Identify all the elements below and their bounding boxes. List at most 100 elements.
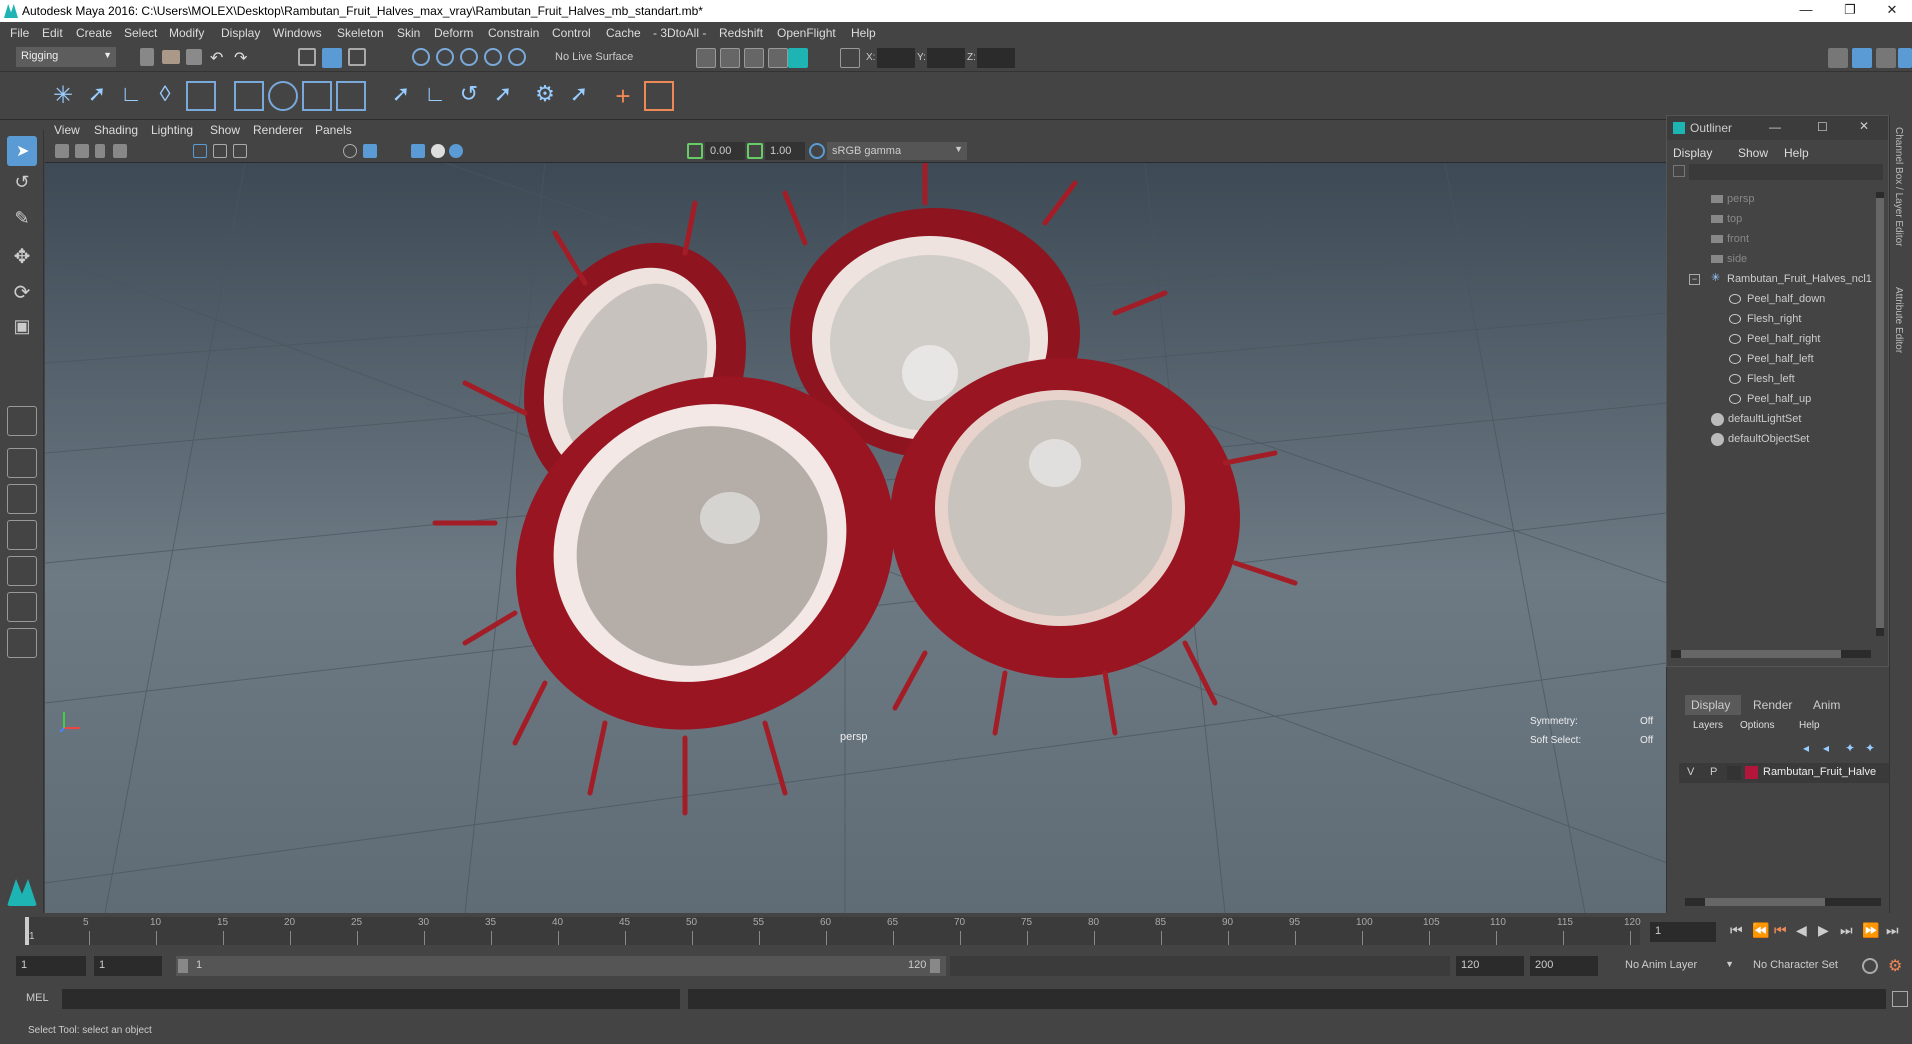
snap-point-icon[interactable]	[460, 48, 478, 66]
x-input[interactable]	[877, 48, 915, 68]
move-layer-down-icon[interactable]: ◂	[1823, 741, 1829, 755]
new-layer-icon[interactable]: ✦	[1845, 741, 1855, 755]
prev-key-icon[interactable]: ⏮	[1774, 922, 1787, 939]
outliner-maximize-button[interactable]: ☐	[1817, 120, 1828, 134]
layout-options-icon[interactable]	[7, 628, 37, 658]
outliner-vertical-scrollbar[interactable]	[1876, 192, 1884, 636]
menu-file[interactable]: File	[10, 26, 29, 40]
menu-openflight[interactable]: OpenFlight	[777, 26, 836, 40]
playback-end-input[interactable]: 120	[1456, 956, 1524, 976]
side-tab-channel-box[interactable]: Channel Box / Layer Editor	[1893, 127, 1904, 247]
pole-vector-icon[interactable]: ➚	[564, 81, 594, 111]
layer-menu-help[interactable]: Help	[1799, 720, 1820, 731]
animation-end-input[interactable]: 200	[1530, 956, 1598, 976]
next-key-icon[interactable]: ⏭	[1840, 922, 1853, 939]
tool-settings-toggle-icon[interactable]	[1876, 48, 1896, 68]
maya-home-icon[interactable]	[7, 879, 37, 906]
open-scene-icon[interactable]	[162, 50, 180, 64]
select-hierarchy-icon[interactable]	[298, 48, 316, 66]
point-constraint-icon[interactable]: ➚	[386, 81, 416, 111]
lasso-tool-icon[interactable]: ↺	[7, 172, 37, 202]
menu-edit[interactable]: Edit	[42, 26, 63, 40]
grid-toggle-icon[interactable]	[193, 144, 207, 158]
menu-redshift[interactable]: Redshift	[719, 26, 763, 40]
gamma-field[interactable]: 1.00	[765, 142, 805, 160]
new-scene-icon[interactable]	[140, 48, 154, 66]
menu-constrain[interactable]: Constrain	[488, 26, 539, 40]
shadows-icon[interactable]	[449, 144, 463, 158]
playback-start-input[interactable]: 1	[94, 956, 162, 976]
menu-3dtoall[interactable]: - 3DtoAll -	[653, 26, 706, 40]
menu-control[interactable]: Control	[552, 26, 591, 40]
ik-handle-icon[interactable]: ➚	[82, 81, 112, 111]
joint-tool-icon[interactable]: ✳	[48, 81, 78, 111]
color-management-icon[interactable]	[809, 143, 825, 159]
modeling-toolkit-icon[interactable]	[1828, 48, 1848, 68]
gamma-icon[interactable]	[747, 143, 763, 159]
animation-start-input[interactable]: 1	[16, 956, 86, 976]
redo-icon[interactable]: ↷	[234, 48, 254, 68]
layer-playback-toggle[interactable]: P	[1710, 766, 1717, 778]
close-window-button[interactable]: ✕	[1884, 2, 1900, 18]
smooth-shade-icon[interactable]	[363, 144, 377, 158]
select-tool-icon[interactable]: ➤	[7, 136, 37, 166]
outliner-item-persp[interactable]: persp	[1667, 190, 1877, 210]
tab-render[interactable]: Render	[1747, 695, 1803, 715]
tab-anim[interactable]: Anim	[1807, 695, 1857, 715]
image-plane-icon[interactable]	[113, 144, 127, 158]
side-tab-attribute-editor[interactable]: Attribute Editor	[1893, 287, 1904, 353]
aim-constraint-icon[interactable]: ∟	[420, 81, 450, 111]
command-language-label[interactable]: MEL	[26, 992, 49, 1004]
bookmark-icon[interactable]	[95, 144, 105, 158]
auto-key-icon[interactable]	[1862, 958, 1878, 974]
range-bar[interactable]: 1 120	[176, 956, 946, 976]
layer-type-toggle[interactable]	[1727, 766, 1741, 780]
outliner-item-child[interactable]: Peel_half_right	[1667, 330, 1877, 350]
scale-constraint-icon[interactable]: ➚	[488, 81, 518, 111]
play-back-icon[interactable]: ◀	[1796, 922, 1807, 939]
live-surface-field[interactable]: No Live Surface	[550, 48, 660, 68]
wrap-icon[interactable]	[302, 81, 332, 111]
sidebar-toggle-icon[interactable]	[840, 48, 860, 68]
resolution-gate-icon[interactable]	[233, 144, 247, 158]
outliner-item-top[interactable]: top	[1667, 210, 1877, 230]
undo-icon[interactable]: ↶	[210, 48, 230, 68]
panel-menu-shading[interactable]: Shading	[94, 123, 138, 137]
outliner-item-child[interactable]: Flesh_right	[1667, 310, 1877, 330]
y-input[interactable]	[927, 48, 965, 68]
menu-modify[interactable]: Modify	[169, 26, 204, 40]
step-forward-icon[interactable]: ⏩	[1862, 922, 1879, 939]
time-slider[interactable]: 1 5 10 15 20 25 30 35 40 45 50 55 60 65 70 75 80 85 90 95 1…	[0, 913, 1912, 948]
panel-menu-renderer[interactable]: Renderer	[253, 123, 303, 137]
layer-menu-layers[interactable]: Layers	[1693, 720, 1723, 731]
snap-curve-icon[interactable]	[436, 48, 454, 66]
layer-menu-options[interactable]: Options	[1740, 720, 1774, 731]
ik-spline-icon[interactable]: ∟	[116, 81, 146, 111]
attribute-editor-toggle-icon[interactable]	[1852, 48, 1872, 68]
film-gate-icon[interactable]	[213, 144, 227, 158]
outliner-item-set[interactable]: defaultLightSet	[1667, 410, 1877, 430]
outliner-item-set[interactable]: defaultObjectSet	[1667, 430, 1877, 450]
outliner-menu-show[interactable]: Show	[1738, 146, 1768, 160]
outliner-close-button[interactable]: ✕	[1859, 119, 1869, 133]
menu-display[interactable]: Display	[221, 26, 260, 40]
outliner-horizontal-scrollbar[interactable]	[1671, 650, 1871, 658]
outliner-minimize-button[interactable]: —	[1769, 120, 1781, 134]
snap-live-icon[interactable]	[508, 48, 526, 66]
orient-constraint-icon[interactable]: ↺	[454, 81, 484, 111]
outliner-item-child[interactable]: Peel_half_left	[1667, 350, 1877, 370]
preferences-icon[interactable]: ⚙	[1888, 956, 1902, 976]
menu-select[interactable]: Select	[124, 26, 157, 40]
parent-constraint-icon[interactable]: ⚙	[530, 81, 560, 111]
channel-box-toggle-icon[interactable]	[1898, 48, 1912, 68]
wire-icon[interactable]	[336, 81, 366, 111]
persp-graph-layout-icon[interactable]	[7, 520, 37, 550]
color-space-dropdown[interactable]: sRGB gamma ▼	[827, 142, 967, 160]
layer-visibility-toggle[interactable]: V	[1687, 766, 1694, 778]
snap-view-plane-icon[interactable]	[484, 48, 502, 66]
panel-menu-panels[interactable]: Panels	[315, 123, 352, 137]
move-layer-up-icon[interactable]: ◂	[1803, 741, 1809, 755]
exposure-icon[interactable]	[687, 143, 703, 159]
range-end-handle[interactable]	[930, 959, 940, 973]
go-to-end-icon[interactable]: ⏭	[1886, 922, 1899, 939]
